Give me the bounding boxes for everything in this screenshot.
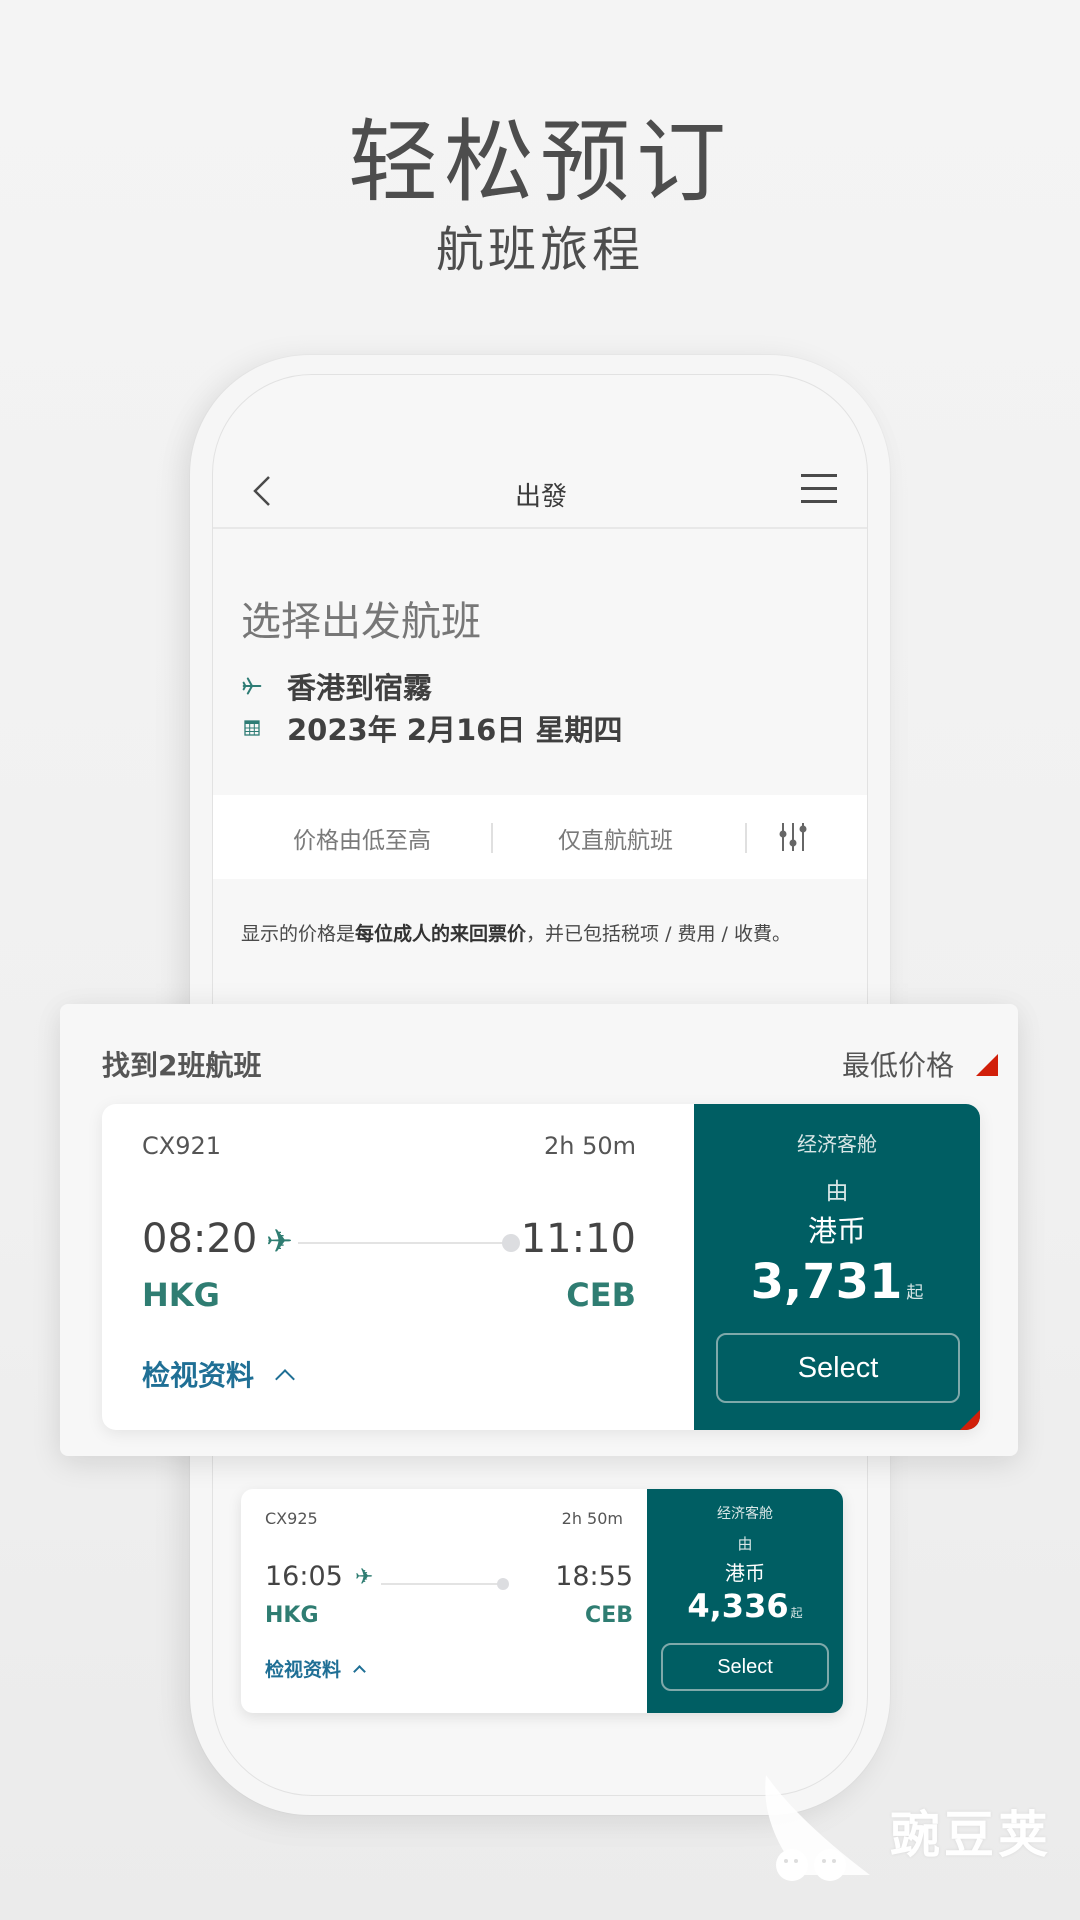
watermark: 豌豆荚	[730, 1765, 1060, 1885]
corner-marker-icon	[960, 1410, 980, 1430]
chevron-up-icon	[353, 1665, 366, 1678]
sliders-icon[interactable]	[778, 819, 808, 855]
flight-card[interactable]: CX925 2h 50m 16:05 ✈ 18:55 HKG CEB 检视资料 …	[241, 1489, 843, 1713]
route-text: 香港到宿霧	[287, 671, 433, 705]
results-count: 找到2班航班	[102, 1049, 262, 1082]
calendar-icon	[241, 717, 263, 739]
date-text: 2023年 2月16日 星期四	[287, 713, 623, 747]
fare-panel: 经济客舱 由 港币 4,336 起 Select	[647, 1489, 843, 1713]
flight-number: CX925	[265, 1509, 318, 1528]
filter-divider	[491, 823, 493, 853]
route-line	[298, 1242, 508, 1244]
select-button[interactable]: Select	[661, 1643, 829, 1691]
view-details-link[interactable]: 检视资料	[142, 1354, 295, 1394]
results-panel: 找到2班航班 最低价格 CX921 2h 50m 08:20 ✈ 11:10 H…	[60, 1004, 1018, 1456]
cabin-class: 经济客舱	[717, 1506, 773, 1522]
depart-time: 08:20	[142, 1216, 258, 1262]
arrival-dot	[497, 1578, 509, 1590]
destination-code: CEB	[585, 1603, 633, 1628]
hamburger-menu-icon[interactable]	[801, 474, 837, 504]
price-note: 显示的价格是每位成人的来回票价，并已包括税项 / 费用 / 收費。	[241, 923, 791, 945]
fare-panel: 经济客舱 由 港币 3,731 起 Select	[694, 1104, 980, 1430]
origin-code: HKG	[142, 1276, 220, 1314]
chevron-up-icon	[275, 1369, 295, 1389]
arrival-dot	[502, 1234, 520, 1252]
flight-number: CX921	[142, 1132, 222, 1160]
fare-price: 4,336 起	[687, 1587, 803, 1625]
plane-icon: ✈	[355, 1565, 374, 1590]
route-row: 香港到宿霧	[241, 665, 432, 707]
arrive-time: 11:10	[520, 1216, 636, 1262]
filter-bar: 价格由低至高 仅直航航班	[213, 795, 867, 879]
promo-subtitle: 航班旅程	[435, 222, 644, 278]
page-title: 选择出发航班	[241, 599, 481, 645]
flight-duration: 2h 50m	[543, 1132, 636, 1160]
cabin-class: 经济客舱	[797, 1132, 877, 1156]
corner-marker-icon	[976, 1054, 998, 1076]
sort-price-button[interactable]: 价格由低至高	[293, 821, 431, 855]
arrive-time: 18:55	[555, 1561, 633, 1592]
plane-icon	[241, 675, 263, 697]
select-button[interactable]: Select	[716, 1333, 960, 1403]
nonstop-only-button[interactable]: 仅直航航班	[558, 821, 673, 855]
sort-lowest-price[interactable]: 最低价格	[842, 1044, 954, 1084]
origin-code: HKG	[265, 1603, 319, 1628]
date-row: 2023年 2月16日 星期四	[241, 707, 622, 749]
watermark-text: 豌豆荚	[890, 1806, 1052, 1864]
destination-code: CEB	[566, 1276, 636, 1314]
promo-title: 轻松预订	[348, 110, 732, 215]
from-label: 由	[825, 1179, 849, 1205]
route-line	[381, 1583, 501, 1585]
from-label: 由	[737, 1535, 753, 1553]
nav-title: 出發	[514, 482, 567, 512]
nav-bar: 出發	[213, 375, 867, 529]
fare-price: 3,731 起	[750, 1254, 924, 1310]
depart-time: 16:05	[265, 1561, 343, 1592]
pea-pod-logo-icon	[765, 1775, 870, 1881]
plane-icon: ✈	[266, 1222, 293, 1260]
currency-label: 港币	[807, 1214, 866, 1248]
flight-card[interactable]: CX921 2h 50m 08:20 ✈ 11:10 HKG CEB 检视资料 …	[102, 1104, 980, 1430]
view-details-link[interactable]: 检视资料	[265, 1655, 366, 1682]
flight-duration: 2h 50m	[561, 1509, 623, 1528]
currency-label: 港币	[725, 1561, 765, 1585]
filter-divider	[745, 823, 747, 853]
